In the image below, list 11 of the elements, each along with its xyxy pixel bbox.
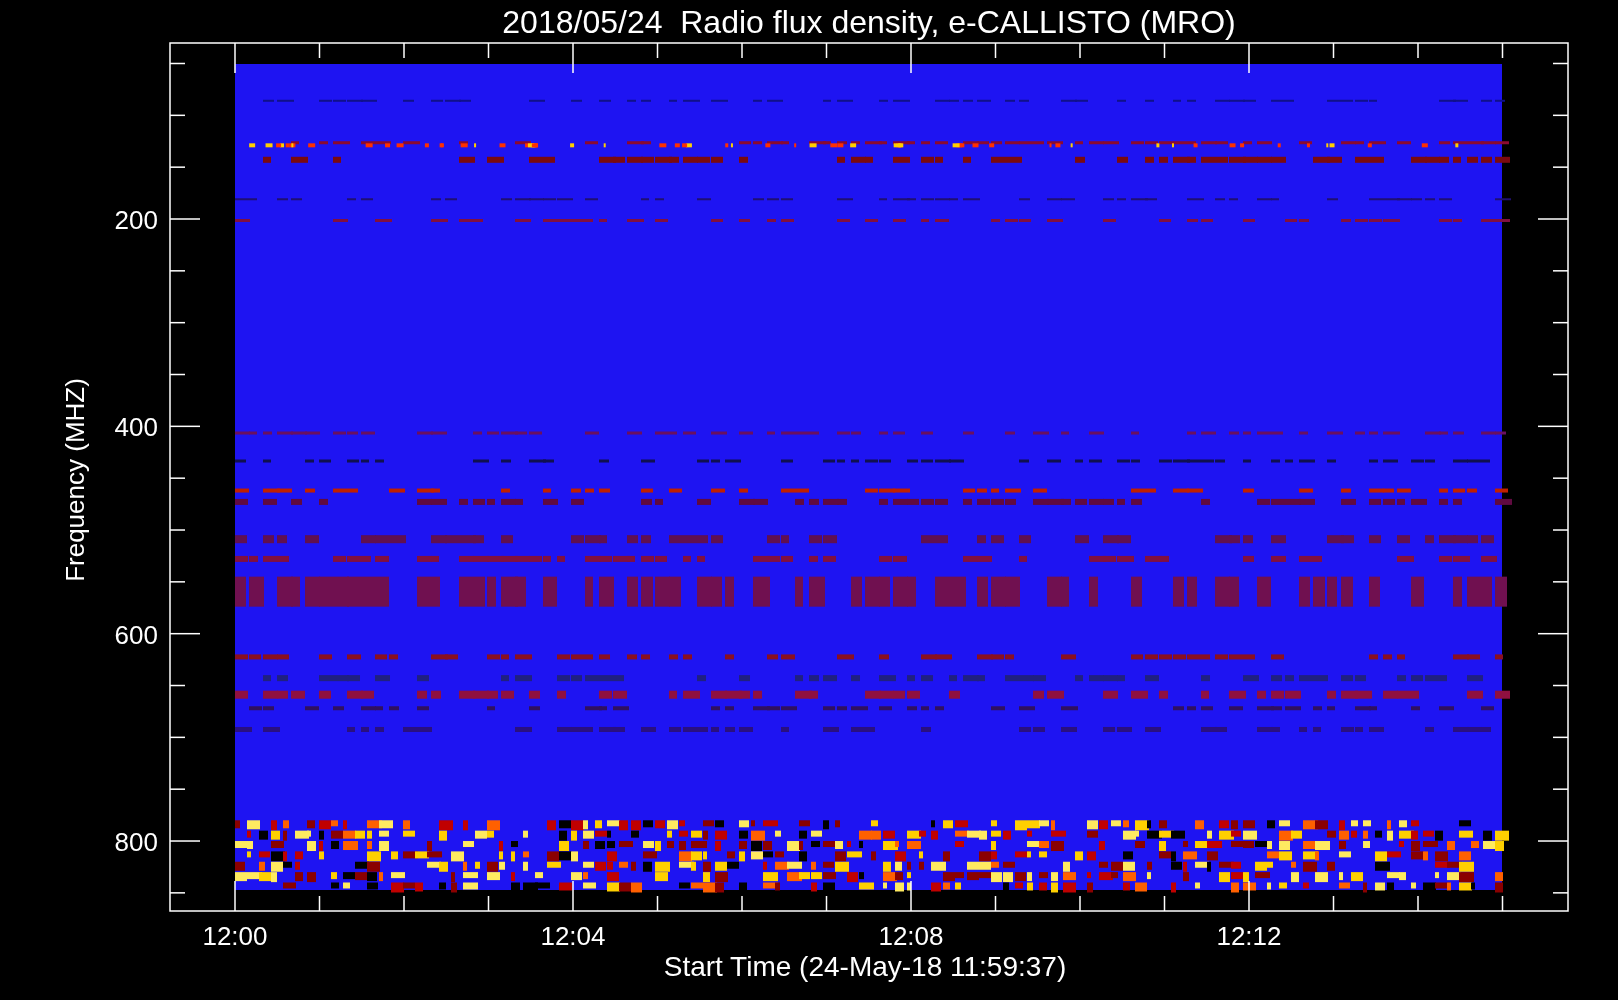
axis-title: Start Time (24-May-18 11:59:37) [663,951,1067,982]
tick-label: 800 [114,827,158,857]
tick-label: 600 [114,619,158,650]
tick-label: 200 [114,205,158,235]
axis-title: Frequency (MHZ) [60,378,90,582]
tick-label: 12:00 [202,921,268,951]
tick-label: 12:12 [1216,921,1282,951]
tick-label: 12:04 [540,921,606,951]
tick-label: 400 [114,412,158,443]
chart-title: 2018/05/24 Radio flux density, e-CALLISTO (MRO) [502,4,1236,40]
tick-label: 12:08 [878,921,944,951]
